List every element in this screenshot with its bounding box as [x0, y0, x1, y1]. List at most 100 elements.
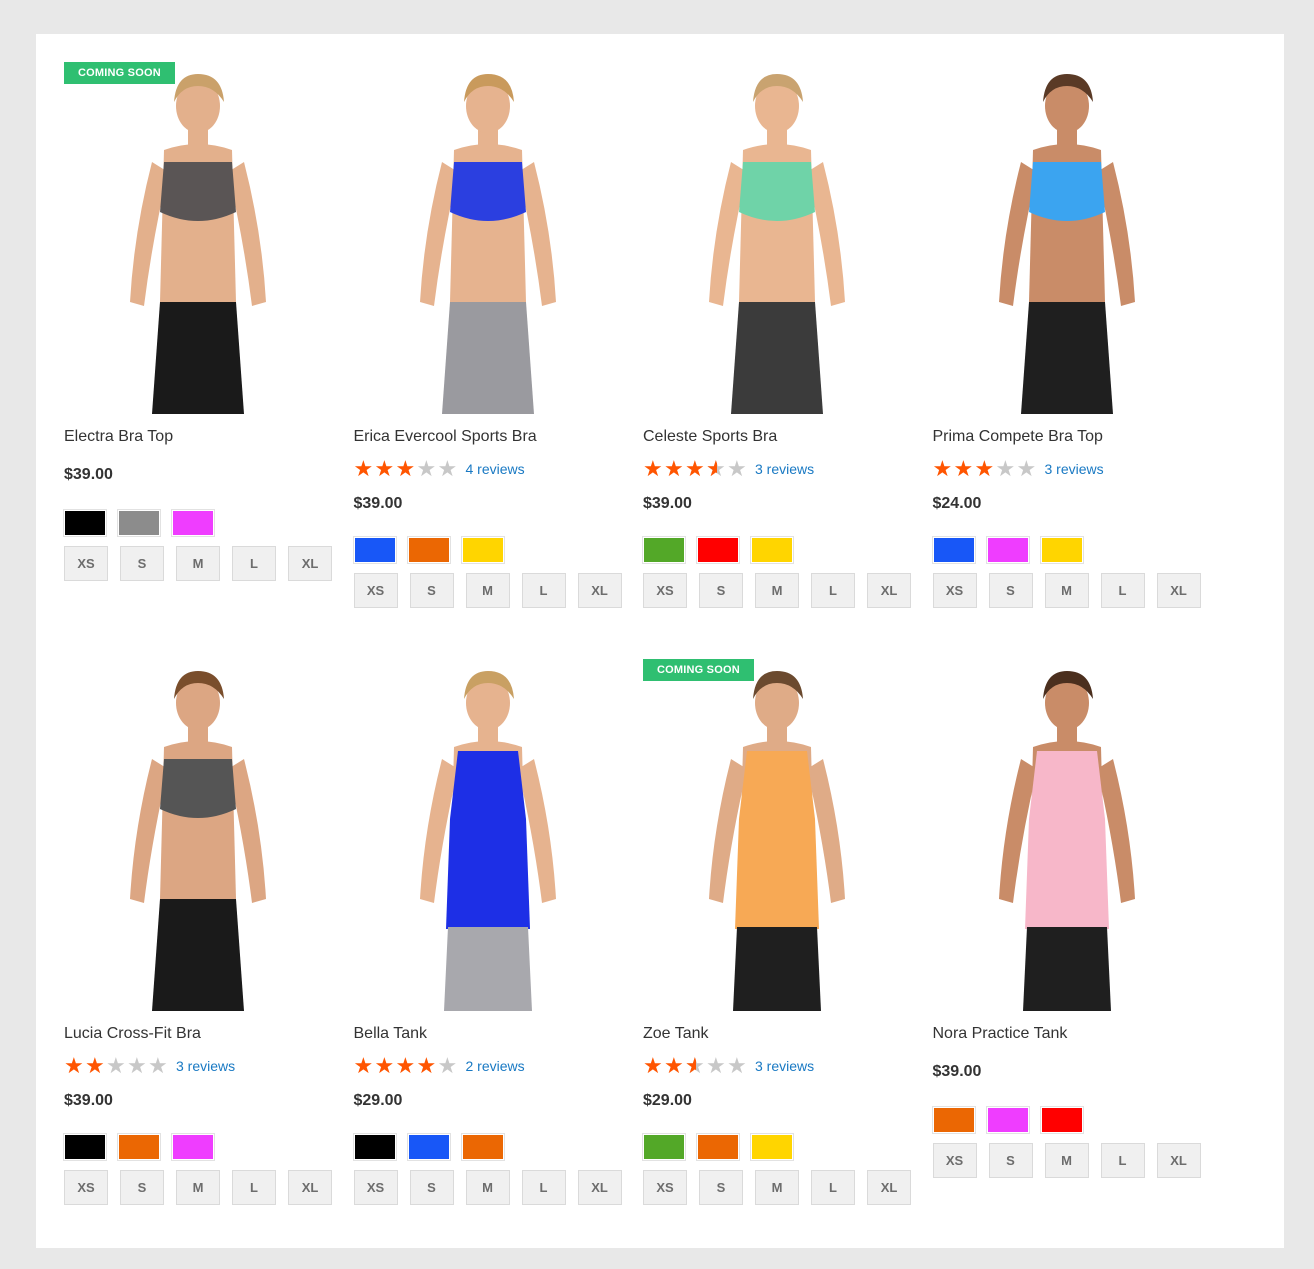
size-option-l[interactable]: L: [521, 1170, 566, 1205]
size-option-xl[interactable]: XL: [577, 573, 622, 608]
size-option-xs[interactable]: XS: [643, 573, 687, 608]
color-swatch[interactable]: [117, 1133, 161, 1161]
color-swatch[interactable]: [1039, 536, 1084, 564]
size-option-xs[interactable]: XS: [353, 573, 398, 608]
color-swatch[interactable]: [931, 536, 976, 564]
product-card[interactable]: Celeste Sports Bra ★★★★★ 3 reviews $39.0…: [642, 62, 911, 659]
color-swatch[interactable]: [63, 509, 107, 537]
color-swatch[interactable]: [750, 536, 794, 564]
size-option-xl[interactable]: XL: [1156, 573, 1201, 608]
color-swatch[interactable]: [985, 536, 1030, 564]
size-options: XS S M L XL: [64, 1170, 332, 1205]
product-name[interactable]: Erica Evercool Sports Bra: [354, 426, 622, 448]
size-option-xs[interactable]: XS: [932, 573, 977, 608]
color-swatch[interactable]: [117, 509, 161, 537]
size-option-m[interactable]: M: [176, 546, 220, 581]
size-option-xl[interactable]: XL: [288, 1170, 332, 1205]
color-swatch[interactable]: [985, 1106, 1030, 1134]
size-option-s[interactable]: S: [699, 573, 743, 608]
size-option-s[interactable]: S: [988, 573, 1033, 608]
color-swatch[interactable]: [642, 536, 686, 564]
color-swatch[interactable]: [931, 1106, 976, 1134]
size-option-xs[interactable]: XS: [64, 546, 108, 581]
size-option-l[interactable]: L: [811, 573, 855, 608]
product-name[interactable]: Celeste Sports Bra: [643, 426, 911, 448]
size-option-l[interactable]: L: [521, 573, 566, 608]
product-name[interactable]: Bella Tank: [354, 1023, 622, 1045]
product-image[interactable]: [353, 659, 622, 1011]
color-swatch[interactable]: [460, 536, 505, 564]
product-card[interactable]: Lucia Cross-Fit Bra ★ ★ ★ ★ ★ 3 reviews $39.…: [63, 659, 332, 1256]
size-option-xs[interactable]: XS: [64, 1170, 108, 1205]
reviews-link[interactable]: 3 reviews: [755, 461, 814, 477]
color-swatch[interactable]: [171, 1133, 215, 1161]
size-option-xs[interactable]: XS: [353, 1170, 398, 1205]
size-option-xl[interactable]: XL: [577, 1170, 622, 1205]
color-swatch[interactable]: [352, 536, 397, 564]
product-card[interactable]: Prima Compete Bra Top ★ ★ ★ ★ ★ 3 reviews $2…: [931, 62, 1201, 659]
product-image[interactable]: [353, 62, 622, 414]
color-swatch[interactable]: [352, 1133, 397, 1161]
size-option-xl[interactable]: XL: [1156, 1143, 1201, 1178]
product-name[interactable]: Zoe Tank: [643, 1023, 911, 1045]
product-image[interactable]: [643, 62, 911, 414]
color-swatch[interactable]: [696, 536, 740, 564]
product-image[interactable]: [932, 659, 1201, 1011]
product-card[interactable]: Coming Soon Zoe Tank ★★★★★ 3 reviews $29…: [642, 659, 911, 1256]
product-name[interactable]: Lucia Cross-Fit Bra: [64, 1023, 332, 1045]
product-image[interactable]: [932, 62, 1201, 414]
size-option-s[interactable]: S: [409, 573, 454, 608]
size-option-s[interactable]: S: [409, 1170, 454, 1205]
size-option-m[interactable]: M: [176, 1170, 220, 1205]
size-option-l[interactable]: L: [811, 1170, 855, 1205]
size-option-s[interactable]: S: [699, 1170, 743, 1205]
color-swatch[interactable]: [460, 1133, 505, 1161]
product-image[interactable]: [64, 659, 332, 1011]
reviews-link[interactable]: 4 reviews: [466, 461, 525, 477]
rating-star-icon: ★: [85, 1053, 105, 1078]
size-option-l[interactable]: L: [1100, 1143, 1145, 1178]
rating-star-icon: ★: [416, 1053, 437, 1078]
product-image[interactable]: Coming Soon: [64, 62, 332, 414]
product-name[interactable]: Electra Bra Top: [64, 426, 332, 448]
product-listing-frame: Coming Soon Electra Bra Top $39.00 XS S M L…: [36, 34, 1284, 1248]
color-swatch[interactable]: [750, 1133, 794, 1161]
size-option-s[interactable]: S: [988, 1143, 1033, 1178]
color-swatch[interactable]: [406, 1133, 451, 1161]
color-swatch[interactable]: [63, 1133, 107, 1161]
size-option-xs[interactable]: XS: [932, 1143, 977, 1178]
product-name[interactable]: Prima Compete Bra Top: [933, 426, 1201, 448]
color-swatch[interactable]: [1039, 1106, 1084, 1134]
size-option-m[interactable]: M: [1044, 1143, 1089, 1178]
product-card[interactable]: Bella Tank ★ ★ ★ ★ ★ 2 reviews $29.00 XS S M L X…: [352, 659, 622, 1256]
size-option-m[interactable]: M: [465, 1170, 510, 1205]
reviews-link[interactable]: 3 reviews: [176, 1058, 235, 1074]
product-card[interactable]: Erica Evercool Sports Bra ★ ★ ★ ★ ★ 4 review…: [352, 62, 622, 659]
product-image[interactable]: Coming Soon: [643, 659, 911, 1011]
product-name[interactable]: Nora Practice Tank: [933, 1023, 1201, 1045]
color-swatch[interactable]: [696, 1133, 740, 1161]
size-option-m[interactable]: M: [1044, 573, 1089, 608]
color-swatch[interactable]: [406, 536, 451, 564]
size-option-xl[interactable]: XL: [867, 573, 911, 608]
product-card[interactable]: Coming Soon Electra Bra Top $39.00 XS S M L…: [63, 62, 332, 659]
size-option-xl[interactable]: XL: [288, 546, 332, 581]
size-option-m[interactable]: M: [755, 1170, 799, 1205]
product-card[interactable]: Nora Practice Tank $39.00 XS S M L XL: [931, 659, 1201, 1256]
reviews-link[interactable]: 3 reviews: [1045, 461, 1104, 477]
size-option-s[interactable]: S: [120, 1170, 164, 1205]
size-option-m[interactable]: M: [755, 573, 799, 608]
reviews-link[interactable]: 2 reviews: [466, 1058, 525, 1074]
size-option-xl[interactable]: XL: [867, 1170, 911, 1205]
reviews-link[interactable]: 3 reviews: [755, 1058, 814, 1074]
size-option-l[interactable]: L: [232, 1170, 276, 1205]
color-swatch[interactable]: [171, 509, 215, 537]
size-option-l[interactable]: L: [232, 546, 276, 581]
size-option-s[interactable]: S: [120, 546, 164, 581]
size-option-l[interactable]: L: [1100, 573, 1145, 608]
rating-star-icon: ★: [106, 1053, 126, 1078]
size-option-xs[interactable]: XS: [643, 1170, 687, 1205]
rating-stars: ★ ★ ★ ★ ★: [643, 1055, 748, 1078]
color-swatch[interactable]: [642, 1133, 686, 1161]
size-option-m[interactable]: M: [465, 573, 510, 608]
